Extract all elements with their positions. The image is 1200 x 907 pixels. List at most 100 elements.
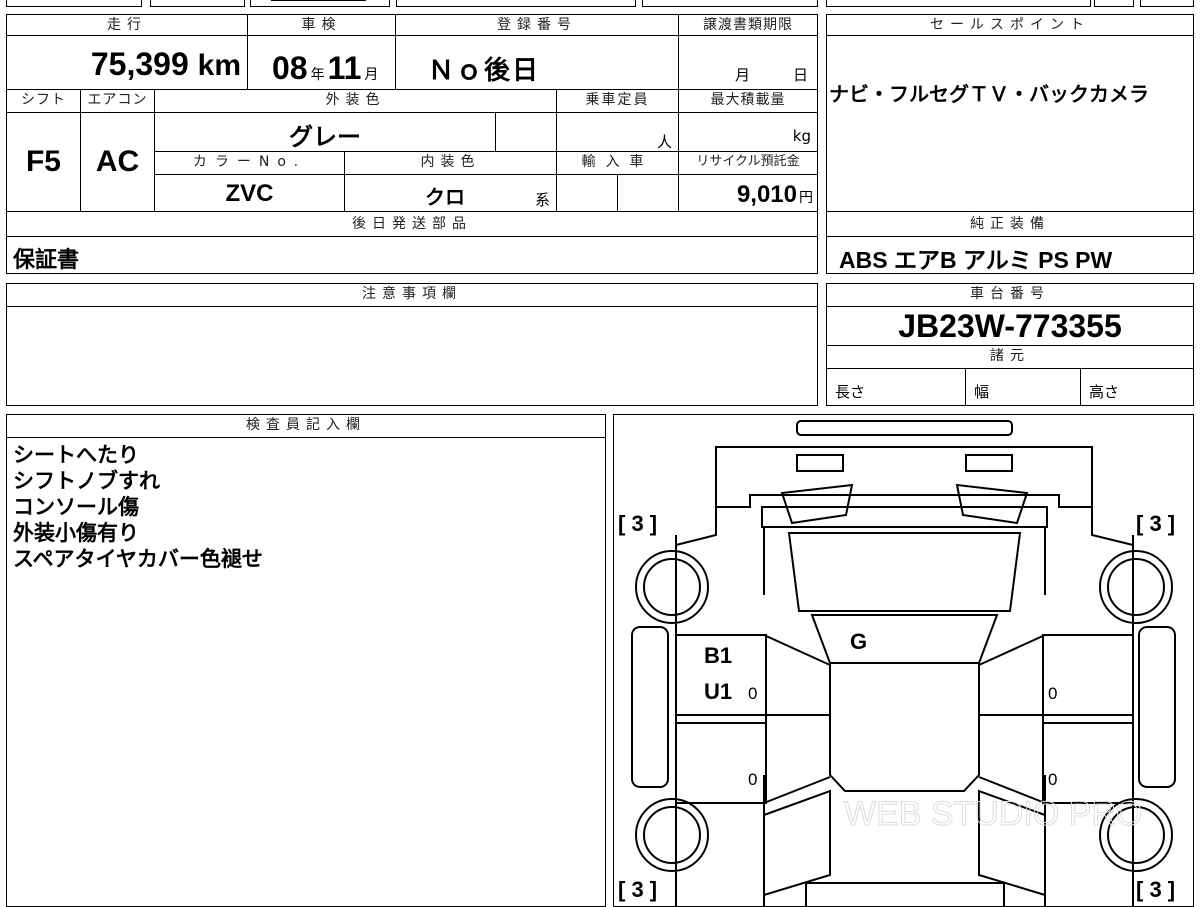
later-parts-header: 後日発送部品 xyxy=(6,211,818,237)
specs-header: 諸元 xyxy=(826,345,1194,369)
max-load-unit: kg xyxy=(792,127,811,145)
ac-cell: AC xyxy=(80,112,155,212)
max-load-header: 最大積載量 xyxy=(678,89,818,113)
top-strip-cell xyxy=(250,0,390,7)
mileage-value: 75,399 xyxy=(90,46,189,82)
top-strip-cell xyxy=(642,0,818,7)
notes-header: 注意事項欄 xyxy=(6,283,818,307)
standard-equipment-header: 純正装備 xyxy=(826,211,1194,237)
registration-header: 登録番号 xyxy=(395,14,679,36)
transfer-month-unit: 月 xyxy=(735,66,751,84)
import-cell-1 xyxy=(556,174,618,212)
inspection-month-unit: 月 xyxy=(364,66,379,82)
max-load-cell: kg xyxy=(678,112,818,152)
length-cell: 長さ xyxy=(826,368,966,406)
front-frame xyxy=(715,446,1093,508)
wheel-front-right xyxy=(1099,550,1173,624)
recycle-cell: 9,010 円 xyxy=(678,174,818,212)
width-label: 幅 xyxy=(974,383,990,401)
chassis-cell: JB23W-773355 xyxy=(826,306,1194,346)
recycle-unit: 円 xyxy=(799,190,813,206)
headlight-right xyxy=(965,454,1013,472)
vehicle-diagram-svg: [ 3 ] [ 3 ] [ 3 ] [ 3 ] G B1 U1 0 0 0 0 … xyxy=(618,420,1176,906)
watermark: WEB STUDIO PRO xyxy=(844,795,1142,833)
mark-windshield: G xyxy=(850,629,867,654)
interior-color-cell: クロ 系 xyxy=(344,174,557,212)
tire-rl-label: [ 3 ] xyxy=(618,877,657,902)
sales-point-header: セールスポイント xyxy=(826,14,1194,36)
top-strip-cell xyxy=(150,0,245,7)
notes-cell xyxy=(6,306,818,406)
capacity-cell: 人 xyxy=(556,112,679,152)
height-cell: 高さ xyxy=(1080,368,1194,406)
windshield xyxy=(787,532,1022,612)
inspection-year: 08 xyxy=(272,50,308,86)
door-rear-right xyxy=(1042,722,1134,804)
tire-fr-label: [ 3 ] xyxy=(1136,511,1175,536)
chassis-header: 車台番号 xyxy=(826,283,1194,307)
inspection-year-unit: 年 xyxy=(310,66,325,82)
door-fr-value: 0 xyxy=(1048,684,1057,703)
exterior-color-cell: グレー xyxy=(154,112,496,152)
fender-left xyxy=(631,626,669,788)
shift-cell: F5 xyxy=(6,112,81,212)
interior-color-suffix: 系 xyxy=(534,191,550,209)
door-fl-value: 0 xyxy=(748,684,757,703)
hood-left-vent xyxy=(780,483,854,525)
width-cell: 幅 xyxy=(965,368,1081,406)
mileage-header: 走行 xyxy=(6,14,248,36)
rear-left-panel xyxy=(763,789,831,897)
inspection-month: 11 xyxy=(327,50,362,86)
transfer-day-unit: 日 xyxy=(793,66,809,84)
interior-color-value: クロ xyxy=(425,185,465,209)
sales-point-cell: ナビ・フルセグＴＶ・バックカメラ xyxy=(826,35,1194,212)
front-bumper xyxy=(796,420,1013,436)
top-strip-cell xyxy=(396,0,636,7)
length-label: 長さ xyxy=(835,383,866,401)
later-parts-cell: 保証書 xyxy=(6,236,818,274)
exterior-color-extra-cell xyxy=(495,112,557,152)
rear-bumper xyxy=(805,882,1005,906)
wheel-rear-left xyxy=(635,798,709,872)
door-rear-left xyxy=(675,722,767,804)
top-strip-cell xyxy=(6,0,142,7)
tire-fl-label: [ 3 ] xyxy=(618,511,657,536)
roof-front xyxy=(810,614,999,664)
shift-value: F5 xyxy=(25,145,61,178)
mark-front-door-1: B1 xyxy=(704,643,732,668)
sales-point-value: ナビ・フルセグＴＶ・バックカメラ xyxy=(829,82,1149,106)
hood-right-vent xyxy=(955,483,1029,525)
exterior-color-value: グレー xyxy=(289,123,361,151)
mileage-unit: km xyxy=(197,49,241,82)
capacity-header: 乗車定員 xyxy=(556,89,679,113)
chassis-value: JB23W-773355 xyxy=(898,308,1122,344)
top-strip-cell xyxy=(1140,0,1194,7)
shift-header: シフト xyxy=(6,89,81,113)
later-parts-value: 保証書 xyxy=(13,248,80,273)
door-front-right xyxy=(1042,634,1134,724)
door-rl-value: 0 xyxy=(748,770,757,789)
headlight-left xyxy=(796,454,844,472)
ac-value: AC xyxy=(95,145,140,178)
inspector-line: シフトノブすれ xyxy=(13,469,160,493)
fender-right xyxy=(1138,626,1176,788)
top-strip-cell xyxy=(1094,0,1134,7)
ac-header: エアコン xyxy=(80,89,155,113)
transfer-deadline-cell: 月 日 xyxy=(678,35,818,90)
tire-rr-label: [ 3 ] xyxy=(1136,877,1175,902)
inspector-line: コンソール傷 xyxy=(13,495,139,519)
inspector-cell: シートへたり シフトノブすれ コンソール傷 外装小傷有り スペアタイヤカバー色褪… xyxy=(6,437,606,907)
door-rr-value: 0 xyxy=(1048,770,1057,789)
a-pillar-left xyxy=(675,507,717,546)
height-label: 高さ xyxy=(1089,383,1120,401)
inspector-line: シートへたり xyxy=(13,443,139,467)
mileage-cell: 75,399 km xyxy=(6,35,248,90)
recycle-header: リサイクル預託金 xyxy=(678,151,818,175)
inspector-header: 検査員記入欄 xyxy=(6,414,606,438)
inspection-cell: 08 年11 月 xyxy=(247,35,396,90)
top-strip xyxy=(0,0,1200,8)
transfer-deadline-header: 譲渡書類期限 xyxy=(678,14,818,36)
color-no-cell: ZVC xyxy=(154,174,345,212)
a-pillar-right xyxy=(1091,507,1134,546)
wheel-front-left xyxy=(635,550,709,624)
